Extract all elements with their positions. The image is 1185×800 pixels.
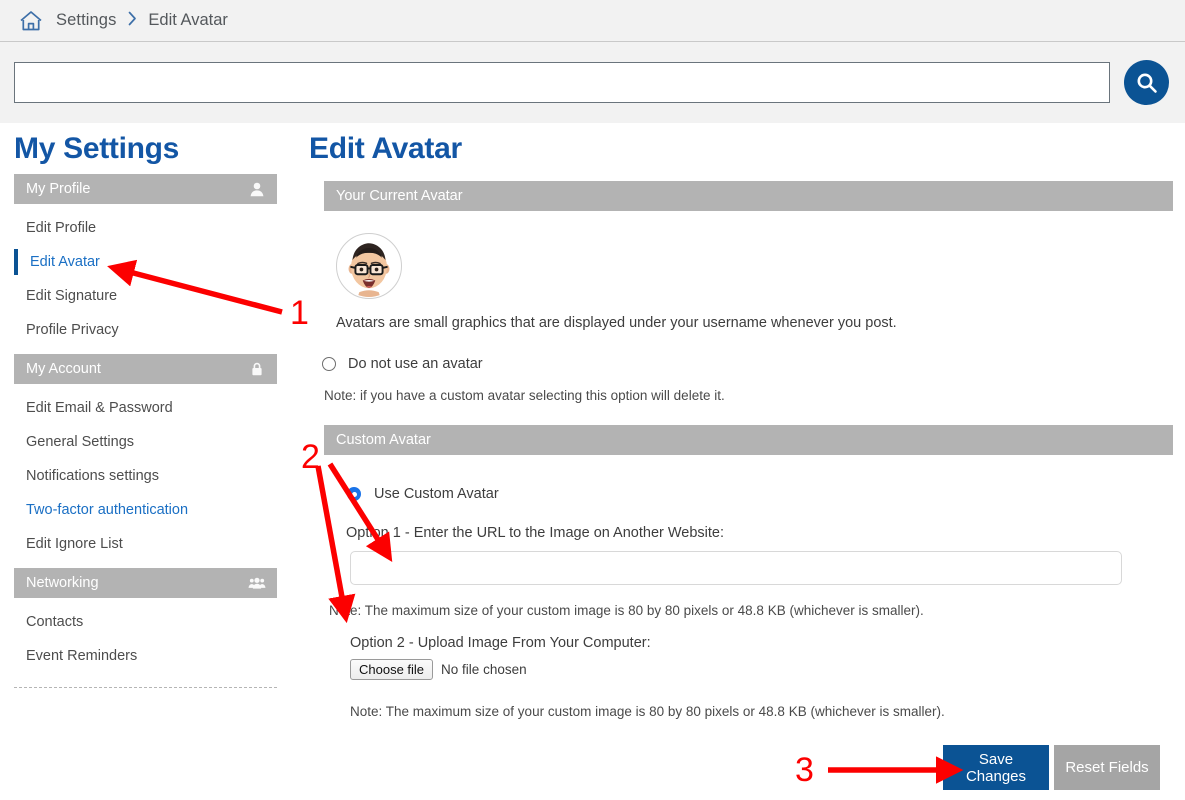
- avatar-description: Avatars are small graphics that are disp…: [336, 315, 897, 331]
- sidebar-item-label: Edit Ignore List: [26, 536, 123, 552]
- option1-label: Option 1 - Enter the URL to the Image on…: [346, 525, 725, 541]
- sidebar-section-label: My Account: [26, 361, 101, 377]
- sidebar-item-label: General Settings: [26, 434, 135, 450]
- chevron-right-icon: [128, 11, 137, 31]
- sidebar-item-edit-email-password[interactable]: Edit Email & Password: [14, 391, 277, 425]
- annotation-number-2: 2: [301, 438, 320, 476]
- sidebar-item-label: Event Reminders: [26, 648, 138, 664]
- search-bar: [0, 42, 1185, 123]
- panel-title: Your Current Avatar: [336, 188, 463, 204]
- lock-icon: [248, 361, 266, 377]
- panel-header-custom-avatar: Custom Avatar: [324, 425, 1173, 455]
- sidebar-item-label: Profile Privacy: [26, 322, 119, 338]
- reset-fields-button[interactable]: Reset Fields: [1054, 745, 1160, 790]
- sidebar-item-edit-profile[interactable]: Edit Profile: [14, 211, 277, 245]
- panel-title: Custom Avatar: [336, 432, 431, 448]
- save-changes-button[interactable]: Save Changes: [943, 745, 1049, 790]
- sidebar-section-label: Networking: [26, 575, 99, 591]
- radio-button-no-avatar[interactable]: [322, 357, 336, 371]
- option1-note: Note: The maximum size of your custom im…: [329, 603, 924, 618]
- radio-label-no-avatar: Do not use an avatar: [348, 356, 483, 372]
- search-button[interactable]: [1124, 60, 1169, 105]
- radio-button-use-custom-avatar[interactable]: [347, 487, 361, 501]
- main-content: Edit Avatar Your Current Avatar Avatars …: [300, 123, 1185, 790]
- avatar-url-input[interactable]: [350, 551, 1122, 585]
- sidebar-section-networking[interactable]: Networking: [14, 568, 277, 598]
- no-avatar-note: Note: if you have a custom avatar select…: [324, 388, 725, 403]
- sidebar-section-label: My Profile: [26, 181, 91, 197]
- radio-label-use-custom-avatar: Use Custom Avatar: [374, 486, 499, 502]
- sidebar-section-my-account[interactable]: My Account: [14, 354, 277, 384]
- sidebar-item-edit-ignore-list[interactable]: Edit Ignore List: [14, 527, 277, 561]
- avatar-container: [300, 211, 1185, 299]
- panel-header-current-avatar: Your Current Avatar: [324, 181, 1173, 211]
- sidebar-item-notifications-settings[interactable]: Notifications settings: [14, 459, 277, 493]
- breadcrumb-item-settings[interactable]: Settings: [56, 11, 116, 30]
- home-icon[interactable]: [18, 9, 56, 33]
- annotation-number-3: 3: [795, 751, 814, 789]
- sidebar-title: My Settings: [14, 132, 180, 165]
- radio-option-use-custom-avatar[interactable]: Use Custom Avatar: [300, 455, 1185, 502]
- breadcrumb: Settings Edit Avatar: [0, 0, 1185, 42]
- file-status-text: No file chosen: [441, 662, 527, 677]
- sidebar-item-label: Two-factor authentication: [26, 502, 189, 518]
- sidebar-item-edit-signature[interactable]: Edit Signature: [14, 279, 277, 313]
- page-title: Edit Avatar: [309, 132, 462, 165]
- choose-file-button[interactable]: Choose file: [350, 659, 434, 680]
- sidebar-item-event-reminders[interactable]: Event Reminders: [14, 639, 277, 673]
- sidebar-divider: [14, 687, 277, 688]
- option2-note: Note: The maximum size of your custom im…: [350, 704, 945, 719]
- sidebar: My Settings My Profile Edit Profile Edit…: [0, 123, 300, 688]
- sidebar-item-profile-privacy[interactable]: Profile Privacy: [14, 313, 277, 347]
- sidebar-item-contacts[interactable]: Contacts: [14, 605, 277, 639]
- avatar: [336, 233, 1185, 299]
- breadcrumb-item-current: Edit Avatar: [148, 11, 228, 29]
- search-icon: [1134, 70, 1160, 96]
- sidebar-item-label: Edit Email & Password: [26, 400, 173, 416]
- sidebar-item-general-settings[interactable]: General Settings: [14, 425, 277, 459]
- action-button-row: Save Changes Reset Fields: [300, 745, 1185, 790]
- group-icon: [248, 575, 266, 591]
- page-root: Settings Edit Avatar My Settings My Prof…: [0, 0, 1185, 800]
- sidebar-section-my-profile[interactable]: My Profile: [14, 174, 277, 204]
- annotation-number-1: 1: [290, 294, 309, 332]
- option2-label: Option 2 - Upload Image From Your Comput…: [350, 635, 651, 651]
- sidebar-item-label: Edit Avatar: [30, 254, 100, 270]
- search-input[interactable]: [14, 62, 1110, 103]
- sidebar-item-label: Notifications settings: [26, 468, 159, 484]
- user-icon: [248, 181, 266, 197]
- radio-option-no-avatar[interactable]: Do not use an avatar: [300, 331, 1185, 372]
- sidebar-item-label: Edit Profile: [26, 220, 97, 236]
- sidebar-item-two-factor-authentication[interactable]: Two-factor authentication: [14, 493, 277, 527]
- sidebar-item-edit-avatar[interactable]: Edit Avatar: [14, 245, 277, 279]
- file-upload-row: Choose file No file chosen: [300, 651, 1185, 680]
- sidebar-item-label: Contacts: [26, 614, 84, 630]
- sidebar-item-label: Edit Signature: [26, 288, 118, 304]
